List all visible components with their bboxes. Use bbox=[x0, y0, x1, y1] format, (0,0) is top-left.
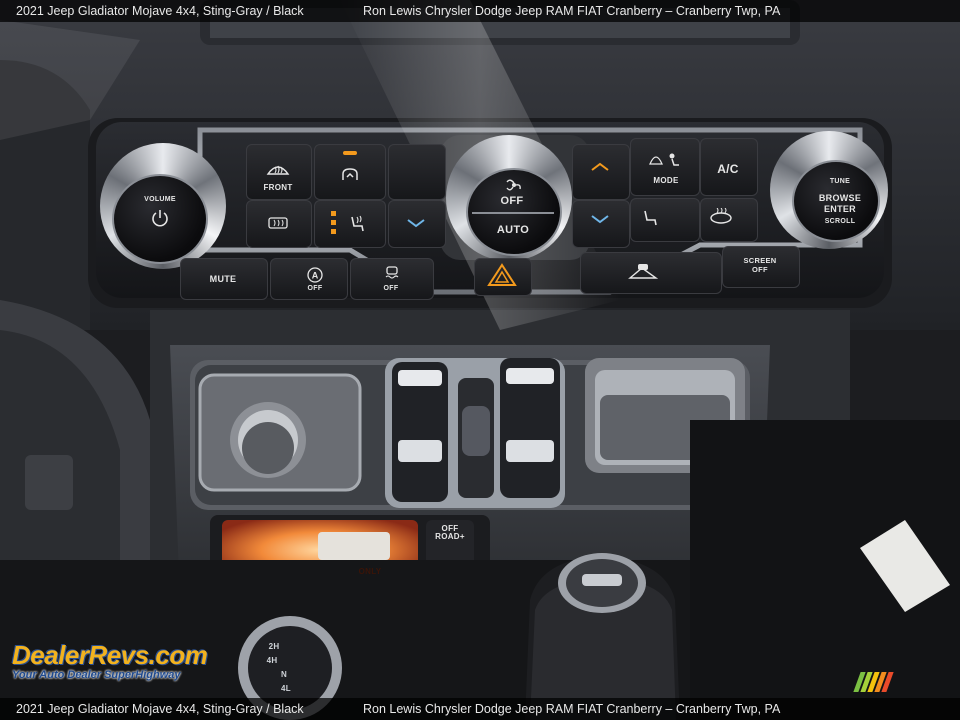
traction-off-label: OFF bbox=[383, 285, 399, 292]
browse-label: BROWSE bbox=[818, 193, 862, 203]
ac-label: A/C bbox=[717, 162, 739, 176]
hvac-auto-label: AUTO bbox=[496, 224, 530, 236]
dealer-caption: Ron Lewis Chrysler Dodge Jeep RAM FIAT C… bbox=[363, 4, 781, 18]
heated-seat-icon bbox=[644, 210, 657, 226]
recirculate-icon bbox=[342, 168, 358, 180]
seat-heat-level-indicator bbox=[331, 211, 336, 235]
photo-background bbox=[0, 0, 960, 720]
screen-off-label: OFF bbox=[752, 265, 768, 274]
temp-up-right-button[interactable] bbox=[572, 144, 630, 200]
screen-label: SCREEN bbox=[743, 256, 777, 265]
dealerrevs-logo: DealerRevs.com Your Auto Dealer SuperHig… bbox=[12, 640, 208, 681]
hill-descent-icon bbox=[628, 264, 658, 279]
traction-control-icon bbox=[385, 266, 399, 279]
logo-tagline: Your Auto Dealer SuperHighway bbox=[12, 669, 181, 681]
auto-stop-icon: A bbox=[307, 267, 323, 283]
window-lock-switch[interactable] bbox=[458, 378, 494, 498]
scroll-label: SCROLL bbox=[824, 218, 856, 225]
photo-caption-top: 2021 Jeep Gladiator Mojave 4x4, Sting-Gr… bbox=[0, 0, 960, 22]
chevron-down-icon bbox=[591, 215, 609, 224]
hvac-knob-divider bbox=[472, 212, 554, 214]
gear-label-4l: 4L bbox=[281, 684, 291, 693]
auto-stop-off-label: OFF bbox=[307, 285, 323, 292]
dashboard-photo: VOLUME FRONT OFF AUTO MODE A/C TUNE BROW… bbox=[0, 0, 960, 720]
enter-label: ENTER bbox=[823, 204, 856, 214]
mute-label: MUTE bbox=[209, 274, 237, 284]
offroad-plus-button[interactable] bbox=[426, 520, 474, 576]
usb-port[interactable] bbox=[318, 532, 390, 560]
fan-icon bbox=[506, 179, 521, 191]
tune-label: TUNE bbox=[829, 178, 851, 185]
window-switch-right[interactable] bbox=[500, 358, 560, 498]
power-outlet[interactable] bbox=[230, 402, 306, 478]
airflow-mode-icon bbox=[649, 153, 679, 166]
usb-charge-only-label: ONLY bbox=[358, 567, 382, 576]
logo-stripes bbox=[853, 672, 894, 692]
front-defrost-label: FRONT bbox=[263, 183, 293, 192]
photo-caption-bottom: 2021 Jeep Gladiator Mojave 4x4, Sting-Gr… bbox=[0, 698, 960, 720]
temp-down-right-button[interactable] bbox=[572, 200, 630, 248]
hazard-icon bbox=[487, 263, 517, 286]
front-defrost-icon bbox=[266, 165, 290, 175]
mode-label: MODE bbox=[653, 176, 679, 185]
temp-up-left-button[interactable] bbox=[388, 144, 446, 200]
gear-label-2h: 2H bbox=[268, 642, 280, 651]
chevron-up-icon bbox=[591, 162, 609, 171]
power-icon bbox=[152, 210, 168, 227]
vehicle-caption: 2021 Jeep Gladiator Mojave 4x4, Sting-Gr… bbox=[16, 4, 304, 18]
hvac-off-label: OFF bbox=[500, 195, 524, 207]
rear-defrost-icon bbox=[268, 217, 288, 229]
volume-knob-label: VOLUME bbox=[144, 196, 176, 203]
recirculate-indicator bbox=[343, 151, 357, 155]
dealer-caption: Ron Lewis Chrysler Dodge Jeep RAM FIAT C… bbox=[363, 702, 781, 716]
window-switch-left[interactable] bbox=[392, 362, 448, 502]
logo-brand-text: DealerRevs.com bbox=[12, 640, 208, 670]
heated-seat-icon bbox=[351, 215, 364, 232]
heated-wheel-icon bbox=[710, 208, 732, 224]
vehicle-caption: 2021 Jeep Gladiator Mojave 4x4, Sting-Gr… bbox=[16, 702, 304, 716]
chevron-down-icon bbox=[407, 219, 425, 228]
storage-bin-lid[interactable] bbox=[595, 370, 735, 465]
gear-label-n: N bbox=[280, 670, 288, 679]
gear-shifter[interactable] bbox=[530, 556, 680, 698]
gear-label-4h: 4H bbox=[266, 656, 278, 665]
svg-text:A: A bbox=[312, 271, 319, 281]
